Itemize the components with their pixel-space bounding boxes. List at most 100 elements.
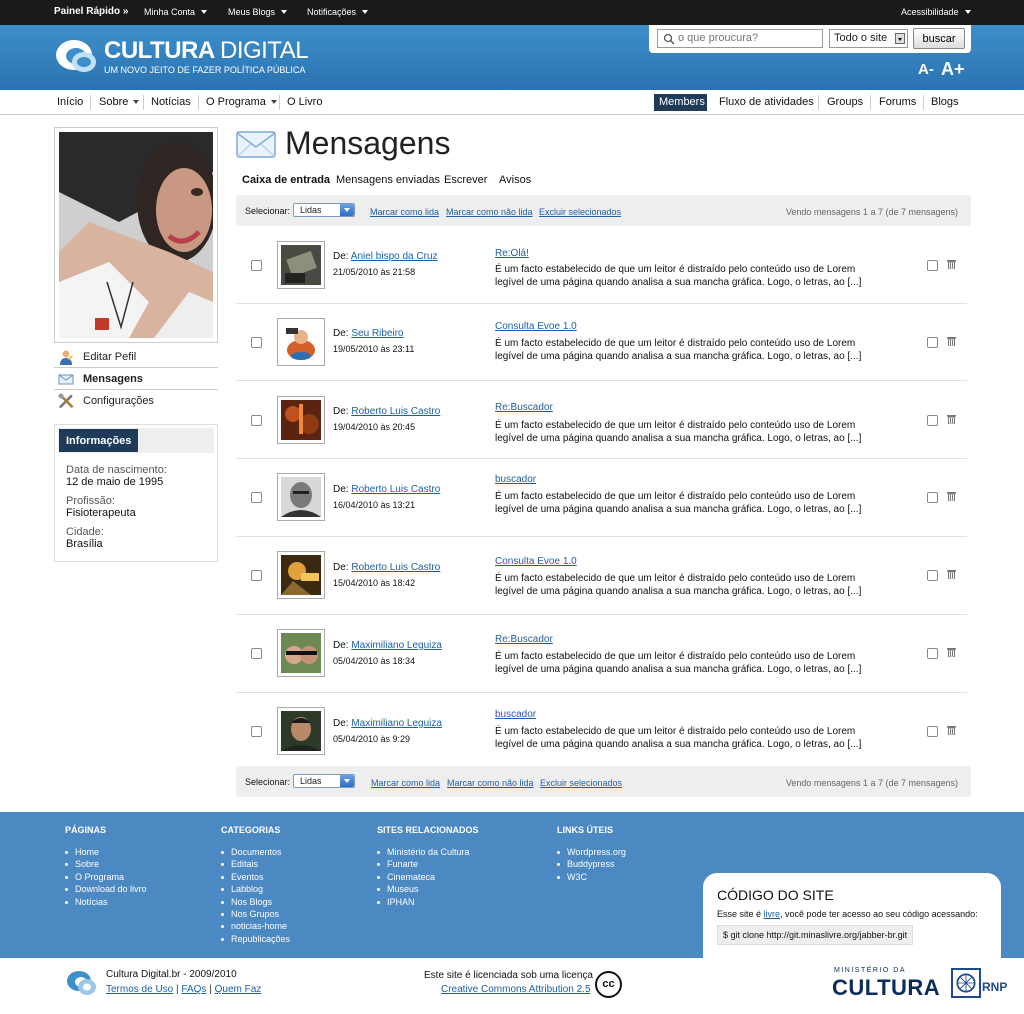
sender-avatar[interactable]: [277, 318, 325, 366]
row-checkbox[interactable]: [927, 570, 938, 581]
message-subject-link[interactable]: Consulta Evoe 1.0: [495, 321, 577, 332]
sender-avatar[interactable]: [277, 629, 325, 677]
footer-link[interactable]: Nos Blogs: [221, 896, 290, 908]
delete-selected-link[interactable]: Excluir selecionados: [539, 207, 621, 217]
my-blogs-menu[interactable]: Meus Blogs: [228, 7, 288, 17]
free-license-link[interactable]: livre: [764, 909, 781, 919]
nav-item-groups[interactable]: Groups: [827, 96, 863, 108]
footer-link[interactable]: Documentos: [221, 846, 290, 858]
row-checkbox[interactable]: [927, 260, 938, 271]
sender-avatar[interactable]: [277, 396, 325, 444]
table-row[interactable]: De: Roberto Luis Castro 16/04/2010 às 13…: [236, 460, 967, 537]
row-checkbox[interactable]: [927, 726, 938, 737]
select-checkbox[interactable]: [251, 415, 262, 426]
tab-compose[interactable]: Escrever: [444, 174, 487, 186]
select-checkbox[interactable]: [251, 648, 262, 659]
footer-link[interactable]: Notícias: [65, 896, 147, 908]
font-increase-button[interactable]: A+: [941, 59, 965, 80]
sidebar-item-settings[interactable]: Configurações: [54, 390, 218, 412]
table-row[interactable]: De: Aniel bispo da Cruz 21/05/2010 às 21…: [236, 227, 967, 304]
font-decrease-button[interactable]: A-: [918, 61, 934, 78]
creative-commons-icon[interactable]: cc: [595, 971, 622, 998]
site-title[interactable]: CULTURA DIGITAL: [104, 37, 309, 65]
rnp-logo-icon[interactable]: [951, 968, 981, 998]
trash-icon[interactable]: [947, 259, 956, 269]
footer-link[interactable]: IPHAN: [377, 896, 479, 908]
faq-link[interactable]: FAQs: [181, 984, 206, 995]
trash-icon[interactable]: [947, 569, 956, 579]
footer-link[interactable]: Ministério da Cultura: [377, 846, 479, 858]
trash-icon[interactable]: [947, 647, 956, 657]
footer-link[interactable]: Nos Grupos: [221, 908, 290, 920]
footer-link[interactable]: Funarte: [377, 858, 479, 870]
table-row[interactable]: De: Maximiliano Leguiza 05/04/2010 às 9:…: [236, 694, 967, 771]
nav-item-o-livro[interactable]: O Livro: [287, 96, 322, 108]
ministry-logo[interactable]: CULTURA: [832, 975, 940, 1001]
search-scope-select[interactable]: Todo o site: [829, 29, 908, 48]
sender-link[interactable]: Roberto Luis Castro: [351, 406, 440, 417]
sender-avatar[interactable]: [277, 473, 325, 521]
footer-link[interactable]: Sobre: [65, 858, 147, 870]
logo-icon[interactable]: [54, 38, 100, 76]
footer-link[interactable]: Download do livro: [65, 883, 147, 895]
sidebar-item-messages[interactable]: Mensagens: [54, 368, 218, 390]
sender-avatar[interactable]: [277, 551, 325, 599]
table-row[interactable]: De: Maximiliano Leguiza 05/04/2010 às 18…: [236, 616, 967, 693]
quick-panel-link[interactable]: Painel Rápido »: [54, 6, 128, 17]
mark-unread-link[interactable]: Marcar como não lida: [446, 207, 533, 217]
select-checkbox[interactable]: [251, 260, 262, 271]
footer-link[interactable]: O Programa: [65, 871, 147, 883]
message-subject-link[interactable]: Re:Buscador: [495, 634, 553, 645]
footer-link[interactable]: Wordpress.org: [557, 846, 626, 858]
footer-link[interactable]: Editais: [221, 858, 290, 870]
nav-item-activity[interactable]: Fluxo de atividades: [719, 96, 814, 108]
select-checkbox[interactable]: [251, 337, 262, 348]
footer-link[interactable]: noticias-home: [221, 920, 290, 932]
message-subject-link[interactable]: Consulta Evoe 1.0: [495, 556, 577, 567]
footer-link[interactable]: Labblog: [221, 883, 290, 895]
select-filter-dropdown[interactable]: Lidas: [293, 203, 355, 217]
footer-link[interactable]: Cinemateca: [377, 871, 479, 883]
select-filter-dropdown[interactable]: Lidas: [293, 774, 355, 788]
mark-read-link[interactable]: Marcar como lida: [370, 207, 439, 217]
row-checkbox[interactable]: [927, 492, 938, 503]
trash-icon[interactable]: [947, 336, 956, 346]
message-subject-link[interactable]: buscador: [495, 474, 536, 485]
footer-link[interactable]: Eventos: [221, 871, 290, 883]
terms-link[interactable]: Termos de Uso: [106, 984, 173, 995]
tab-notices[interactable]: Avisos: [499, 174, 531, 186]
select-checkbox[interactable]: [251, 492, 262, 503]
nav-item-forums[interactable]: Forums: [879, 96, 916, 108]
sender-link[interactable]: Aniel bispo da Cruz: [351, 251, 438, 262]
search-button[interactable]: buscar: [913, 28, 965, 49]
table-row[interactable]: De: Seu Ribeiro 19/05/2010 às 23:11 Cons…: [236, 304, 967, 381]
sender-link[interactable]: Maximiliano Leguiza: [351, 718, 442, 729]
sender-avatar[interactable]: [277, 241, 325, 289]
sender-avatar[interactable]: [277, 707, 325, 755]
team-link[interactable]: Quem Faz: [215, 984, 262, 995]
table-row[interactable]: De: Roberto Luis Castro 19/04/2010 às 20…: [236, 382, 967, 459]
nav-item-noticias[interactable]: Notícias: [151, 96, 191, 108]
trash-icon[interactable]: [947, 414, 956, 424]
git-clone-command[interactable]: $ git clone http://git.minaslivre.org/ja…: [717, 925, 914, 945]
footer-link[interactable]: Buddypress: [557, 858, 626, 870]
sender-link[interactable]: Roberto Luis Castro: [351, 562, 440, 573]
nav-item-blogs[interactable]: Blogs: [931, 96, 959, 108]
search-field[interactable]: [657, 29, 823, 48]
table-row[interactable]: De: Roberto Luis Castro 15/04/2010 às 18…: [236, 538, 967, 615]
message-subject-link[interactable]: buscador: [495, 709, 536, 720]
sidebar-item-edit-profile[interactable]: Editar Pefil: [54, 346, 218, 368]
trash-icon[interactable]: [947, 725, 956, 735]
sender-link[interactable]: Maximiliano Leguiza: [351, 640, 442, 651]
sender-link[interactable]: Roberto Luis Castro: [351, 484, 440, 495]
nav-item-members[interactable]: Members: [654, 94, 707, 111]
row-checkbox[interactable]: [927, 337, 938, 348]
message-subject-link[interactable]: Re:Buscador: [495, 402, 553, 413]
license-link[interactable]: Creative Commons Attribution 2.5: [441, 984, 591, 995]
select-checkbox[interactable]: [251, 570, 262, 581]
select-checkbox[interactable]: [251, 726, 262, 737]
footer-link[interactable]: Republicações: [221, 933, 290, 945]
nav-item-sobre[interactable]: Sobre: [99, 96, 140, 108]
tab-inbox[interactable]: Caixa de entrada: [242, 174, 330, 186]
search-input[interactable]: [678, 32, 818, 44]
